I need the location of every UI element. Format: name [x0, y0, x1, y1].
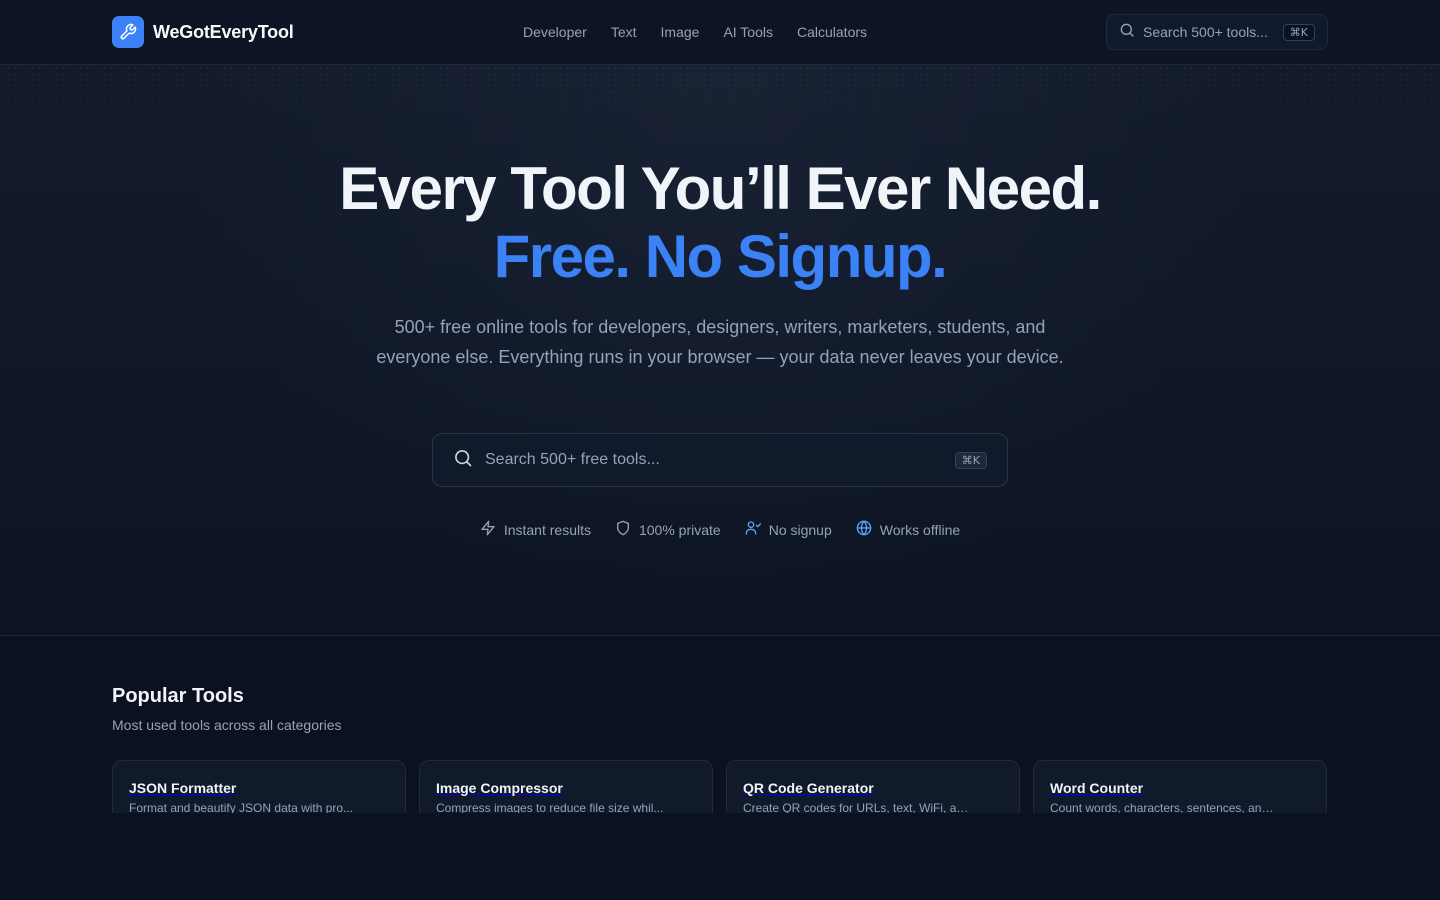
hero-dot-pattern [0, 65, 1440, 125]
popular-tools-grid: JSON Formatter Format and beautify JSON … [112, 760, 1328, 813]
tool-card-word-counter[interactable]: Word Counter Count words, characters, se… [1033, 760, 1327, 813]
hero-search-input[interactable] [485, 451, 943, 469]
top-navbar: WeGotEveryTool Developer Text Image AI T… [0, 0, 1440, 65]
nav-search-button[interactable]: Search 500+ tools... ⌘K [1106, 14, 1328, 50]
feature-no-signup: No signup [745, 520, 832, 539]
nav-link-image[interactable]: Image [661, 22, 700, 42]
zap-icon [480, 520, 496, 539]
tool-card-title: Word Counter [1050, 780, 1144, 796]
user-check-icon [745, 520, 761, 539]
nav-link-text[interactable]: Text [611, 22, 637, 42]
tool-card-qr-code-generator[interactable]: QR Code Generator Create QR codes for UR… [726, 760, 1020, 813]
tool-card-title: JSON Formatter [129, 780, 237, 796]
nav-link-ai-tools[interactable]: AI Tools [723, 22, 773, 42]
popular-tools-title: Popular Tools [112, 685, 244, 707]
tool-card-desc: Count words, characters, sentences, and … [1050, 801, 1280, 813]
search-icon [1119, 22, 1135, 43]
hero-search-shortcut: ⌘K [954, 451, 987, 469]
hero-section: Every Tool You’ll Ever Need. Free. No Si… [0, 65, 1440, 636]
hero-description: 500+ free online tools for developers, d… [376, 317, 1064, 367]
nav-link-developer[interactable]: Developer [523, 22, 587, 42]
brand-name: WeGotEveryTool [153, 21, 294, 42]
feature-label: No signup [768, 521, 832, 538]
nav-search-placeholder: Search 500+ tools... [1143, 24, 1268, 40]
feature-list: Instant results 100% private No signup W… [0, 520, 1440, 539]
tool-card-title: Image Compressor [436, 780, 563, 796]
tool-card-image-compressor[interactable]: Image Compressor Compress images to redu… [419, 760, 713, 813]
feature-label: Instant results [503, 521, 591, 538]
brand-logo-link[interactable]: WeGotEveryTool [112, 16, 294, 48]
hero-search-box: ⌘K [432, 433, 1008, 487]
popular-tools-subtitle: Most used tools across all categories [112, 717, 342, 733]
feature-works-offline: Works offline [856, 520, 960, 539]
tool-card-title: QR Code Generator [743, 780, 874, 796]
tool-card-desc: Compress images to reduce file size whil… [436, 801, 664, 813]
nav-search-shortcut: ⌘K [1282, 23, 1315, 41]
hero-title: Every Tool You’ll Ever Need. [339, 155, 1102, 222]
feature-private: 100% private [615, 520, 721, 539]
tool-card-desc: Create QR codes for URLs, text, WiFi, an… [743, 801, 973, 813]
tool-card-desc: Format and beautify JSON data with pro..… [129, 801, 354, 813]
wrench-icon [112, 16, 144, 48]
nav-link-calculators[interactable]: Calculators [797, 22, 867, 42]
globe-icon [856, 520, 872, 539]
main-nav: Developer Text Image AI Tools Calculator… [512, 22, 867, 42]
feature-instant-results: Instant results [480, 520, 591, 539]
shield-icon [615, 520, 631, 539]
hero-title-accent: Free. No Signup. [493, 223, 948, 290]
tool-card-json-formatter[interactable]: JSON Formatter Format and beautify JSON … [112, 760, 406, 813]
feature-label: Works offline [879, 521, 961, 538]
feature-label: 100% private [638, 521, 721, 538]
search-icon [453, 448, 473, 473]
